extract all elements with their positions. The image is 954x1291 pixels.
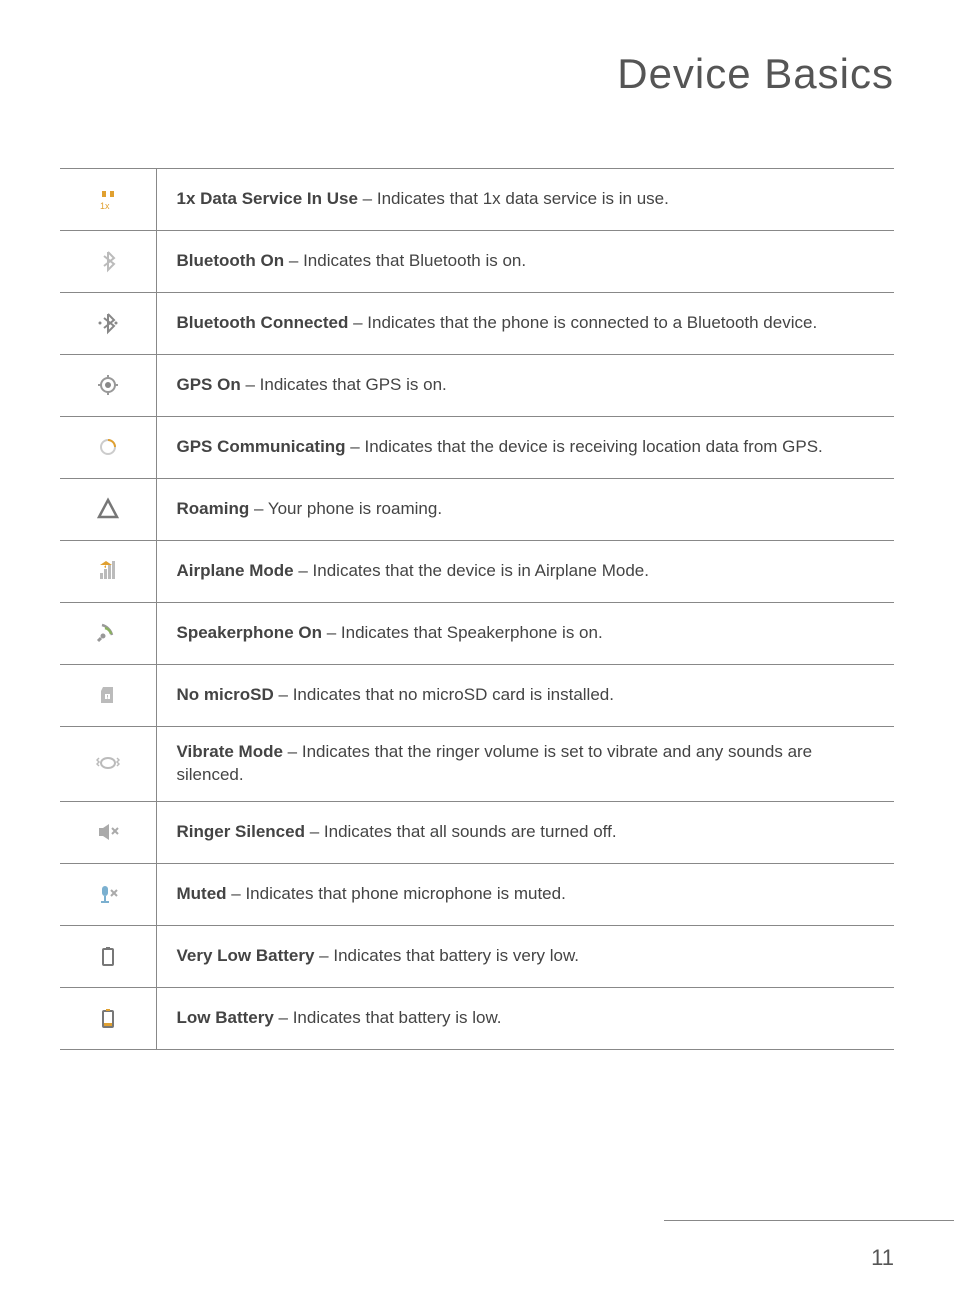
icon-cell — [60, 479, 156, 541]
gps-communicating-icon — [92, 431, 124, 463]
speakerphone-icon — [92, 617, 124, 649]
table-row: Airplane Mode – Indicates that the devic… — [60, 541, 894, 603]
bluetooth-connected-icon — [92, 307, 124, 339]
icon-cell — [60, 169, 156, 231]
table-row: Very Low Battery – Indicates that batter… — [60, 925, 894, 987]
table-row: 1x Data Service In Use – Indicates that … — [60, 169, 894, 231]
no-microsd-icon — [92, 679, 124, 711]
low-battery-icon — [92, 1002, 124, 1034]
table-row: Bluetooth On – Indicates that Bluetooth … — [60, 231, 894, 293]
icon-cell — [60, 231, 156, 293]
gps-on-icon — [92, 369, 124, 401]
icon-cell — [60, 665, 156, 727]
term-label: Speakerphone On — [177, 623, 322, 642]
icon-cell — [60, 925, 156, 987]
vibrate-icon — [92, 747, 124, 779]
description-cell: GPS Communicating – Indicates that the d… — [156, 417, 894, 479]
term-description: Indicates that 1x data service is in use… — [377, 189, 669, 208]
icon-cell — [60, 603, 156, 665]
airplane-mode-icon — [92, 555, 124, 587]
term-description: Indicates that Bluetooth is on. — [303, 251, 526, 270]
term-description: Your phone is roaming. — [268, 499, 442, 518]
very-low-battery-icon — [92, 940, 124, 972]
description-cell: Muted – Indicates that phone microphone … — [156, 863, 894, 925]
description-cell: Vibrate Mode – Indicates that the ringer… — [156, 727, 894, 802]
term-label: GPS On — [177, 375, 241, 394]
icon-cell — [60, 987, 156, 1049]
data-1x-icon — [92, 183, 124, 215]
icon-cell — [60, 863, 156, 925]
icon-cell — [60, 355, 156, 417]
description-cell: No microSD – Indicates that no microSD c… — [156, 665, 894, 727]
table-row: GPS On – Indicates that GPS is on. — [60, 355, 894, 417]
description-cell: Low Battery – Indicates that battery is … — [156, 987, 894, 1049]
description-cell: Speakerphone On – Indicates that Speaker… — [156, 603, 894, 665]
table-row: GPS Communicating – Indicates that the d… — [60, 417, 894, 479]
page-title: Device Basics — [0, 0, 954, 98]
description-cell: 1x Data Service In Use – Indicates that … — [156, 169, 894, 231]
table-row: Bluetooth Connected – Indicates that the… — [60, 293, 894, 355]
term-description: Indicates that the device is receiving l… — [364, 437, 822, 456]
term-label: Bluetooth Connected — [177, 313, 349, 332]
term-description: Indicates that the phone is connected to… — [367, 313, 817, 332]
icon-cell — [60, 417, 156, 479]
term-label: Ringer Silenced — [177, 822, 305, 841]
page-number: 11 — [871, 1245, 894, 1271]
table-row: No microSD – Indicates that no microSD c… — [60, 665, 894, 727]
term-description: Indicates that Speakerphone is on. — [341, 623, 603, 642]
term-label: Bluetooth On — [177, 251, 285, 270]
term-description: Indicates that battery is low. — [293, 1008, 502, 1027]
roaming-icon — [92, 493, 124, 525]
icon-cell — [60, 727, 156, 802]
term-description: Indicates that phone microphone is muted… — [245, 884, 565, 903]
ringer-silenced-icon — [92, 816, 124, 848]
table-row: Low Battery – Indicates that battery is … — [60, 987, 894, 1049]
icon-cell — [60, 801, 156, 863]
description-cell: Ringer Silenced – Indicates that all sou… — [156, 801, 894, 863]
term-description: Indicates that the device is in Airplane… — [313, 561, 649, 580]
description-cell: Very Low Battery – Indicates that batter… — [156, 925, 894, 987]
table-row: Vibrate Mode – Indicates that the ringer… — [60, 727, 894, 802]
term-label: GPS Communicating — [177, 437, 346, 456]
description-cell: Bluetooth Connected – Indicates that the… — [156, 293, 894, 355]
term-description: Indicates that GPS is on. — [260, 375, 447, 394]
term-label: Airplane Mode — [177, 561, 294, 580]
bluetooth-icon — [92, 245, 124, 277]
term-label: Very Low Battery — [177, 946, 315, 965]
table-row: Speakerphone On – Indicates that Speaker… — [60, 603, 894, 665]
icon-cell — [60, 541, 156, 603]
table-row: Roaming – Your phone is roaming. — [60, 479, 894, 541]
muted-icon — [92, 878, 124, 910]
icon-cell — [60, 293, 156, 355]
description-cell: Roaming – Your phone is roaming. — [156, 479, 894, 541]
description-cell: Airplane Mode – Indicates that the devic… — [156, 541, 894, 603]
description-cell: Bluetooth On – Indicates that Bluetooth … — [156, 231, 894, 293]
term-label: Muted — [177, 884, 227, 903]
term-label: Low Battery — [177, 1008, 274, 1027]
table-row: Muted – Indicates that phone microphone … — [60, 863, 894, 925]
term-label: Roaming — [177, 499, 250, 518]
term-description: Indicates that battery is very low. — [333, 946, 579, 965]
term-description: Indicates that all sounds are turned off… — [324, 822, 617, 841]
term-label: No microSD — [177, 685, 274, 704]
table-row: Ringer Silenced – Indicates that all sou… — [60, 801, 894, 863]
status-icon-table: 1x Data Service In Use – Indicates that … — [60, 168, 894, 1050]
term-description: Indicates that no microSD card is instal… — [293, 685, 614, 704]
footer-line — [664, 1220, 954, 1221]
term-label: 1x Data Service In Use — [177, 189, 358, 208]
term-label: Vibrate Mode — [177, 742, 283, 761]
description-cell: GPS On – Indicates that GPS is on. — [156, 355, 894, 417]
